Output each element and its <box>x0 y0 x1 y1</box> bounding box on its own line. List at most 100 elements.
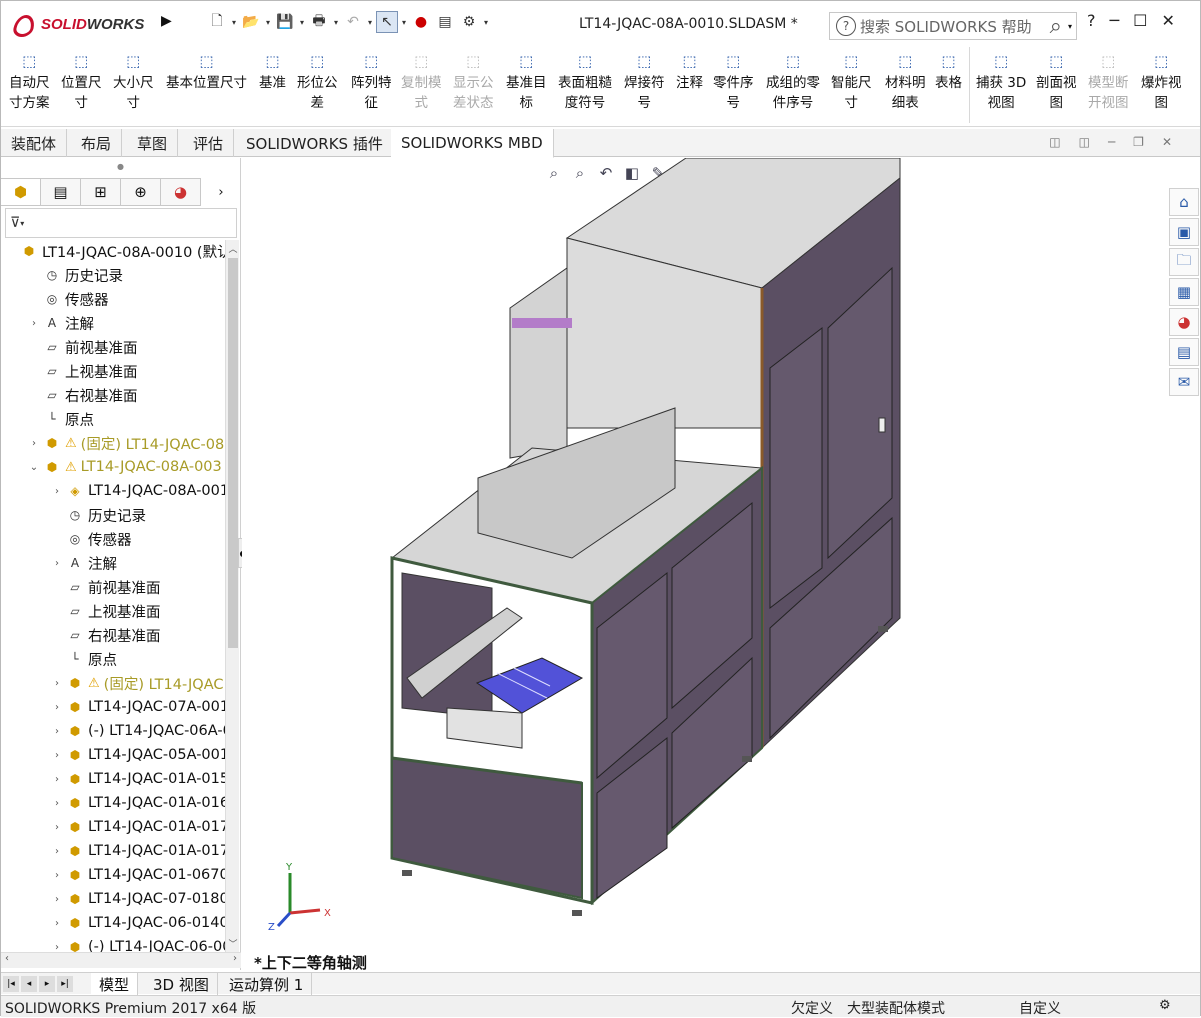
tab-command-4[interactable]: SOLIDWORKS 插件 <box>236 129 394 157</box>
expand-toggle-icon[interactable]: ⌄ <box>28 462 40 473</box>
expand-toggle-icon[interactable]: › <box>51 558 63 569</box>
ribbon-geometric-tolerance-button[interactable]: ⬚ 形位公 差 <box>297 49 338 113</box>
menu-expand-icon[interactable]: ▶ <box>161 13 172 29</box>
scroll-up-icon[interactable]: ︿ <box>226 242 240 255</box>
dimxpert-tab-icon[interactable]: ⊕ <box>121 178 161 206</box>
assembly-model[interactable]: Y X Z <box>242 158 1166 948</box>
expand-toggle-icon[interactable]: › <box>51 846 63 857</box>
tree-item[interactable]: └ 原点 <box>28 408 94 430</box>
tree-item[interactable]: ⬢ LT14-JQAC-08A-0010 (默认 <box>5 240 225 262</box>
feature-manager-tab-icon[interactable]: ⬢ <box>1 178 41 206</box>
tree-item[interactable]: ▱ 右视基准面 <box>28 384 137 406</box>
tree-item[interactable]: ▱ 前视基准面 <box>28 336 137 358</box>
tab-command-5[interactable]: SOLIDWORKS MBD <box>391 129 554 158</box>
rebuild-status-icon[interactable]: ⚙ <box>1159 998 1171 1013</box>
chevron-down-icon[interactable]: ▾ <box>230 11 238 33</box>
ribbon-datum-target-button[interactable]: ⬚ 基准目 标 <box>506 49 547 113</box>
search-input[interactable]: 搜索 SOLIDWORKS 帮助 <box>860 16 1050 37</box>
maximize-button[interactable]: ☐ <box>1133 11 1147 30</box>
next-tab-icon[interactable]: ▸ <box>39 976 55 992</box>
tree-item[interactable]: › ⬢ (-) LT14-JQAC-06A-0 <box>51 720 225 742</box>
expand-toggle-icon[interactable]: › <box>51 822 63 833</box>
tab-bottom-1[interactable]: 3D 视图 <box>145 973 218 995</box>
previous-tab-icon[interactable]: ◂ <box>21 976 37 992</box>
scroll-down-icon[interactable]: ﹀ <box>226 937 240 950</box>
tree-item[interactable]: ▱ 右视基准面 <box>51 624 160 646</box>
tree-item[interactable]: ▱ 前视基准面 <box>51 576 160 598</box>
ribbon-section-view-button[interactable]: ⬚ 剖面视 图 <box>1036 49 1077 113</box>
expand-toggle-icon[interactable]: › <box>51 774 63 785</box>
tree-item[interactable]: › ⬢ ⚠ (固定) LT14-JQAC-08 <box>28 432 224 454</box>
expand-toggle-icon[interactable]: › <box>51 894 63 905</box>
tree-item[interactable]: ◷ 历史记录 <box>28 264 123 286</box>
tree-item[interactable]: › A 注解 <box>51 552 117 574</box>
expand-toggle-icon[interactable]: › <box>51 798 63 809</box>
ribbon-show-tolerance-status-button[interactable]: ⬚ 显示公 差状态 <box>453 49 494 113</box>
undo-icon[interactable]: ↶ <box>342 11 364 33</box>
ribbon-basic-location-dimension-button[interactable]: ⬚ 基本位置尺寸 <box>166 49 247 93</box>
scroll-right-icon[interactable]: › <box>233 953 237 964</box>
tab-bottom-2[interactable]: 运动算例 1 <box>221 973 313 995</box>
custom-properties-icon[interactable]: ▤ <box>1169 338 1199 366</box>
tab-command-1[interactable]: 布局 <box>71 129 123 157</box>
tree-horizontal-scrollbar[interactable]: ‹ › <box>1 952 241 968</box>
tree-item[interactable]: › ⬢ LT14-JQAC-01A-016 <box>51 792 225 814</box>
chevron-down-icon[interactable]: ▾ <box>482 11 490 33</box>
ribbon-weld-symbol-button[interactable]: ⬚ 焊接符 号 <box>624 49 665 113</box>
forum-icon[interactable]: ✉ <box>1169 368 1199 396</box>
print-icon[interactable]: 🖶 <box>308 11 330 33</box>
tree-item[interactable]: ▱ 上视基准面 <box>51 600 160 622</box>
tree-item[interactable]: › ◈ LT14-JQAC-08A-001 <box>51 480 225 502</box>
tree-item[interactable]: └ 原点 <box>51 648 117 670</box>
tree-item[interactable]: ◷ 历史记录 <box>51 504 146 526</box>
expand-toggle-icon[interactable]: › <box>51 750 63 761</box>
design-library-icon[interactable]: ▣ <box>1169 218 1199 246</box>
expand-toggle-icon[interactable]: › <box>51 702 63 713</box>
tree-item[interactable]: › ⬢ LT14-JQAC-01-0670 <box>51 864 225 886</box>
tree-item[interactable]: › ⬢ LT14-JQAC-07A-001 <box>51 696 225 718</box>
expand-toggle-icon[interactable]: › <box>51 870 63 881</box>
save-icon[interactable]: 💾 <box>274 11 296 33</box>
tree-item[interactable]: › ⬢ LT14-JQAC-01A-015 <box>51 768 225 790</box>
ribbon-datum-button[interactable]: ⬚ 基准 <box>259 49 286 93</box>
ribbon-exploded-view-button[interactable]: ⬚ 爆炸视 图 <box>1141 49 1182 113</box>
tree-item[interactable]: ◎ 传感器 <box>51 528 132 550</box>
close-icon[interactable]: ✕ <box>1162 135 1172 149</box>
ribbon-note-button[interactable]: ⬚ 注释 <box>676 49 703 93</box>
chevron-down-icon[interactable]: ▾ <box>366 11 374 33</box>
ribbon-table-button[interactable]: ⬚ 表格 <box>935 49 962 93</box>
property-manager-tab-icon[interactable]: ▤ <box>41 178 81 206</box>
tree-item[interactable]: › A 注解 <box>28 312 94 334</box>
ribbon-capture-3d-view-button[interactable]: ⬚ 捕获 3D 视图 <box>976 49 1026 113</box>
ribbon-smart-dimension-button[interactable]: ⬚ 智能尺 寸 <box>831 49 872 113</box>
ribbon-stacked-balloon-button[interactable]: ⬚ 成组的零 件序号 <box>766 49 820 113</box>
ribbon-bom-button[interactable]: ⬚ 材料明 细表 <box>885 49 926 113</box>
tab-command-0[interactable]: 装配体 <box>1 129 68 157</box>
help-menu-button[interactable]: ? <box>1087 11 1096 30</box>
expand-toggle-icon[interactable]: › <box>51 942 63 953</box>
chevron-down-icon[interactable]: ▾ <box>400 11 408 33</box>
search-icon[interactable]: ⌕ <box>1050 14 1062 39</box>
expand-toggle-icon[interactable]: › <box>28 318 40 329</box>
graphics-area[interactable]: ⌕ ⌕ ↶ ◧ ✎ ⬚ ◪ ◉ ◕ ▲ ▭ <box>242 158 1166 972</box>
tree-item[interactable]: › ⬢ LT14-JQAC-01A-017 <box>51 816 225 838</box>
tree-item[interactable]: › ⬢ LT14-JQAC-06-0140 <box>51 912 225 934</box>
tree-item[interactable]: › ⬢ LT14-JQAC-07-0180 <box>51 888 225 910</box>
scroll-left-icon[interactable]: ‹ <box>5 953 9 964</box>
tab-command-2[interactable]: 草图 <box>127 129 179 157</box>
restore-icon[interactable]: ❐ <box>1133 135 1144 149</box>
restore-left-icon[interactable]: ◫ <box>1049 135 1060 149</box>
options-gear-icon[interactable]: ⚙ <box>458 11 480 33</box>
close-button[interactable]: ✕ <box>1161 11 1174 30</box>
panel-grip-icon[interactable]: ● <box>117 162 124 171</box>
tree-filter[interactable]: ⊽ ▾ <box>5 208 237 238</box>
chevron-down-icon[interactable]: ▾ <box>1068 22 1072 31</box>
tree-item[interactable]: › ⬢ (-) LT14-JQAC-06-00 <box>51 936 225 952</box>
ribbon-copy-scheme-button[interactable]: ⬚ 复制模 式 <box>401 49 442 113</box>
tree-item[interactable]: ⌄ ⬢ ⚠ LT14-JQAC-08A-003 <box>28 456 222 478</box>
appearances-icon[interactable]: ◕ <box>1169 308 1199 336</box>
ribbon-size-dimension-button[interactable]: ⬚ 大小尺 寸 <box>113 49 154 113</box>
minimize-button[interactable]: ─ <box>1110 11 1120 30</box>
expand-toggle-icon[interactable]: › <box>51 678 63 689</box>
ribbon-location-dimension-button[interactable]: ⬚ 位置尺 寸 <box>61 49 102 113</box>
